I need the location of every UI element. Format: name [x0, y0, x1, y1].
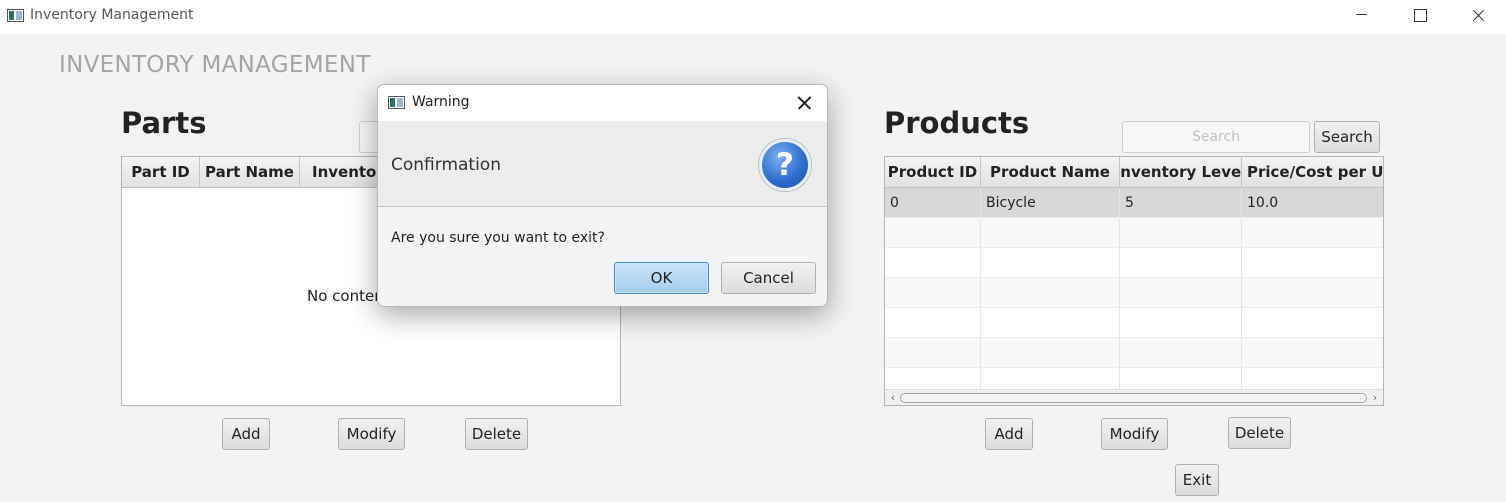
- products-search-input[interactable]: Search: [1122, 121, 1310, 153]
- parts-modify-button[interactable]: Modify: [338, 418, 405, 450]
- dialog-title: Warning: [412, 94, 470, 110]
- close-icon[interactable]: [1448, 0, 1506, 34]
- parts-title: Parts: [121, 106, 207, 140]
- table-row-empty: [885, 338, 1383, 368]
- products-table-body: 0 Bicycle 5 10.0: [885, 188, 1383, 398]
- table-row-empty: [885, 308, 1383, 338]
- products-table-header: Product ID Product Name Inventory Level …: [885, 157, 1383, 188]
- parts-col-part-name[interactable]: Part Name: [200, 157, 300, 187]
- table-row-empty: [885, 278, 1383, 308]
- cancel-button[interactable]: Cancel: [721, 262, 816, 294]
- products-col-product-name[interactable]: Product Name: [981, 157, 1120, 187]
- products-title: Products: [884, 106, 1030, 140]
- dialog-header-text: Confirmation: [391, 155, 501, 175]
- confirmation-dialog: Warning Confirmation ? Are you sure you …: [377, 84, 828, 307]
- window-title: Inventory Management: [30, 7, 194, 23]
- price-cost-cell: 10.0: [1247, 195, 1279, 211]
- app-window-icon: [7, 9, 24, 22]
- dialog-titlebar: Warning: [378, 85, 827, 121]
- inventory-level-cell: 5: [1120, 188, 1242, 218]
- product-id-cell: 0: [885, 188, 981, 218]
- exit-button[interactable]: Exit: [1175, 464, 1219, 496]
- products-horizontal-scrollbar[interactable]: ‹ ›: [885, 389, 1383, 405]
- parts-col-part-id[interactable]: Part ID: [122, 157, 200, 187]
- ok-button[interactable]: OK: [614, 262, 709, 294]
- parts-delete-button[interactable]: Delete: [465, 418, 528, 450]
- table-row[interactable]: 0 Bicycle 5 10.0: [885, 188, 1383, 218]
- table-row-empty: [885, 248, 1383, 278]
- products-col-inventory-level[interactable]: Inventory Level: [1120, 157, 1242, 187]
- table-row-empty: [885, 218, 1383, 248]
- products-modify-button[interactable]: Modify: [1101, 418, 1168, 450]
- products-add-button[interactable]: Add: [985, 418, 1033, 450]
- question-icon: ?: [759, 139, 811, 191]
- products-table[interactable]: Product ID Product Name Inventory Level …: [884, 156, 1384, 406]
- parts-add-button[interactable]: Add: [222, 418, 270, 450]
- products-delete-button[interactable]: Delete: [1228, 417, 1291, 449]
- dialog-message: Are you sure you want to exit?: [391, 230, 605, 246]
- scroll-right-icon[interactable]: ›: [1369, 392, 1381, 404]
- dialog-window-icon: [388, 96, 405, 109]
- app-heading: INVENTORY MANAGEMENT: [59, 52, 371, 78]
- product-name-cell: Bicycle: [981, 188, 1120, 218]
- minimize-icon[interactable]: [1332, 0, 1390, 34]
- dialog-close-icon[interactable]: [795, 94, 813, 112]
- products-col-product-id[interactable]: Product ID: [885, 157, 981, 187]
- products-col-price-cost[interactable]: Price/Cost per Unit: [1242, 157, 1383, 187]
- scroll-left-icon[interactable]: ‹: [887, 392, 899, 404]
- dialog-header: Confirmation ?: [378, 121, 827, 207]
- products-search-button[interactable]: Search: [1314, 121, 1380, 153]
- window-titlebar: Inventory Management: [0, 0, 1506, 34]
- scrollbar-thumb[interactable]: [900, 393, 1367, 403]
- maximize-icon[interactable]: [1390, 0, 1448, 34]
